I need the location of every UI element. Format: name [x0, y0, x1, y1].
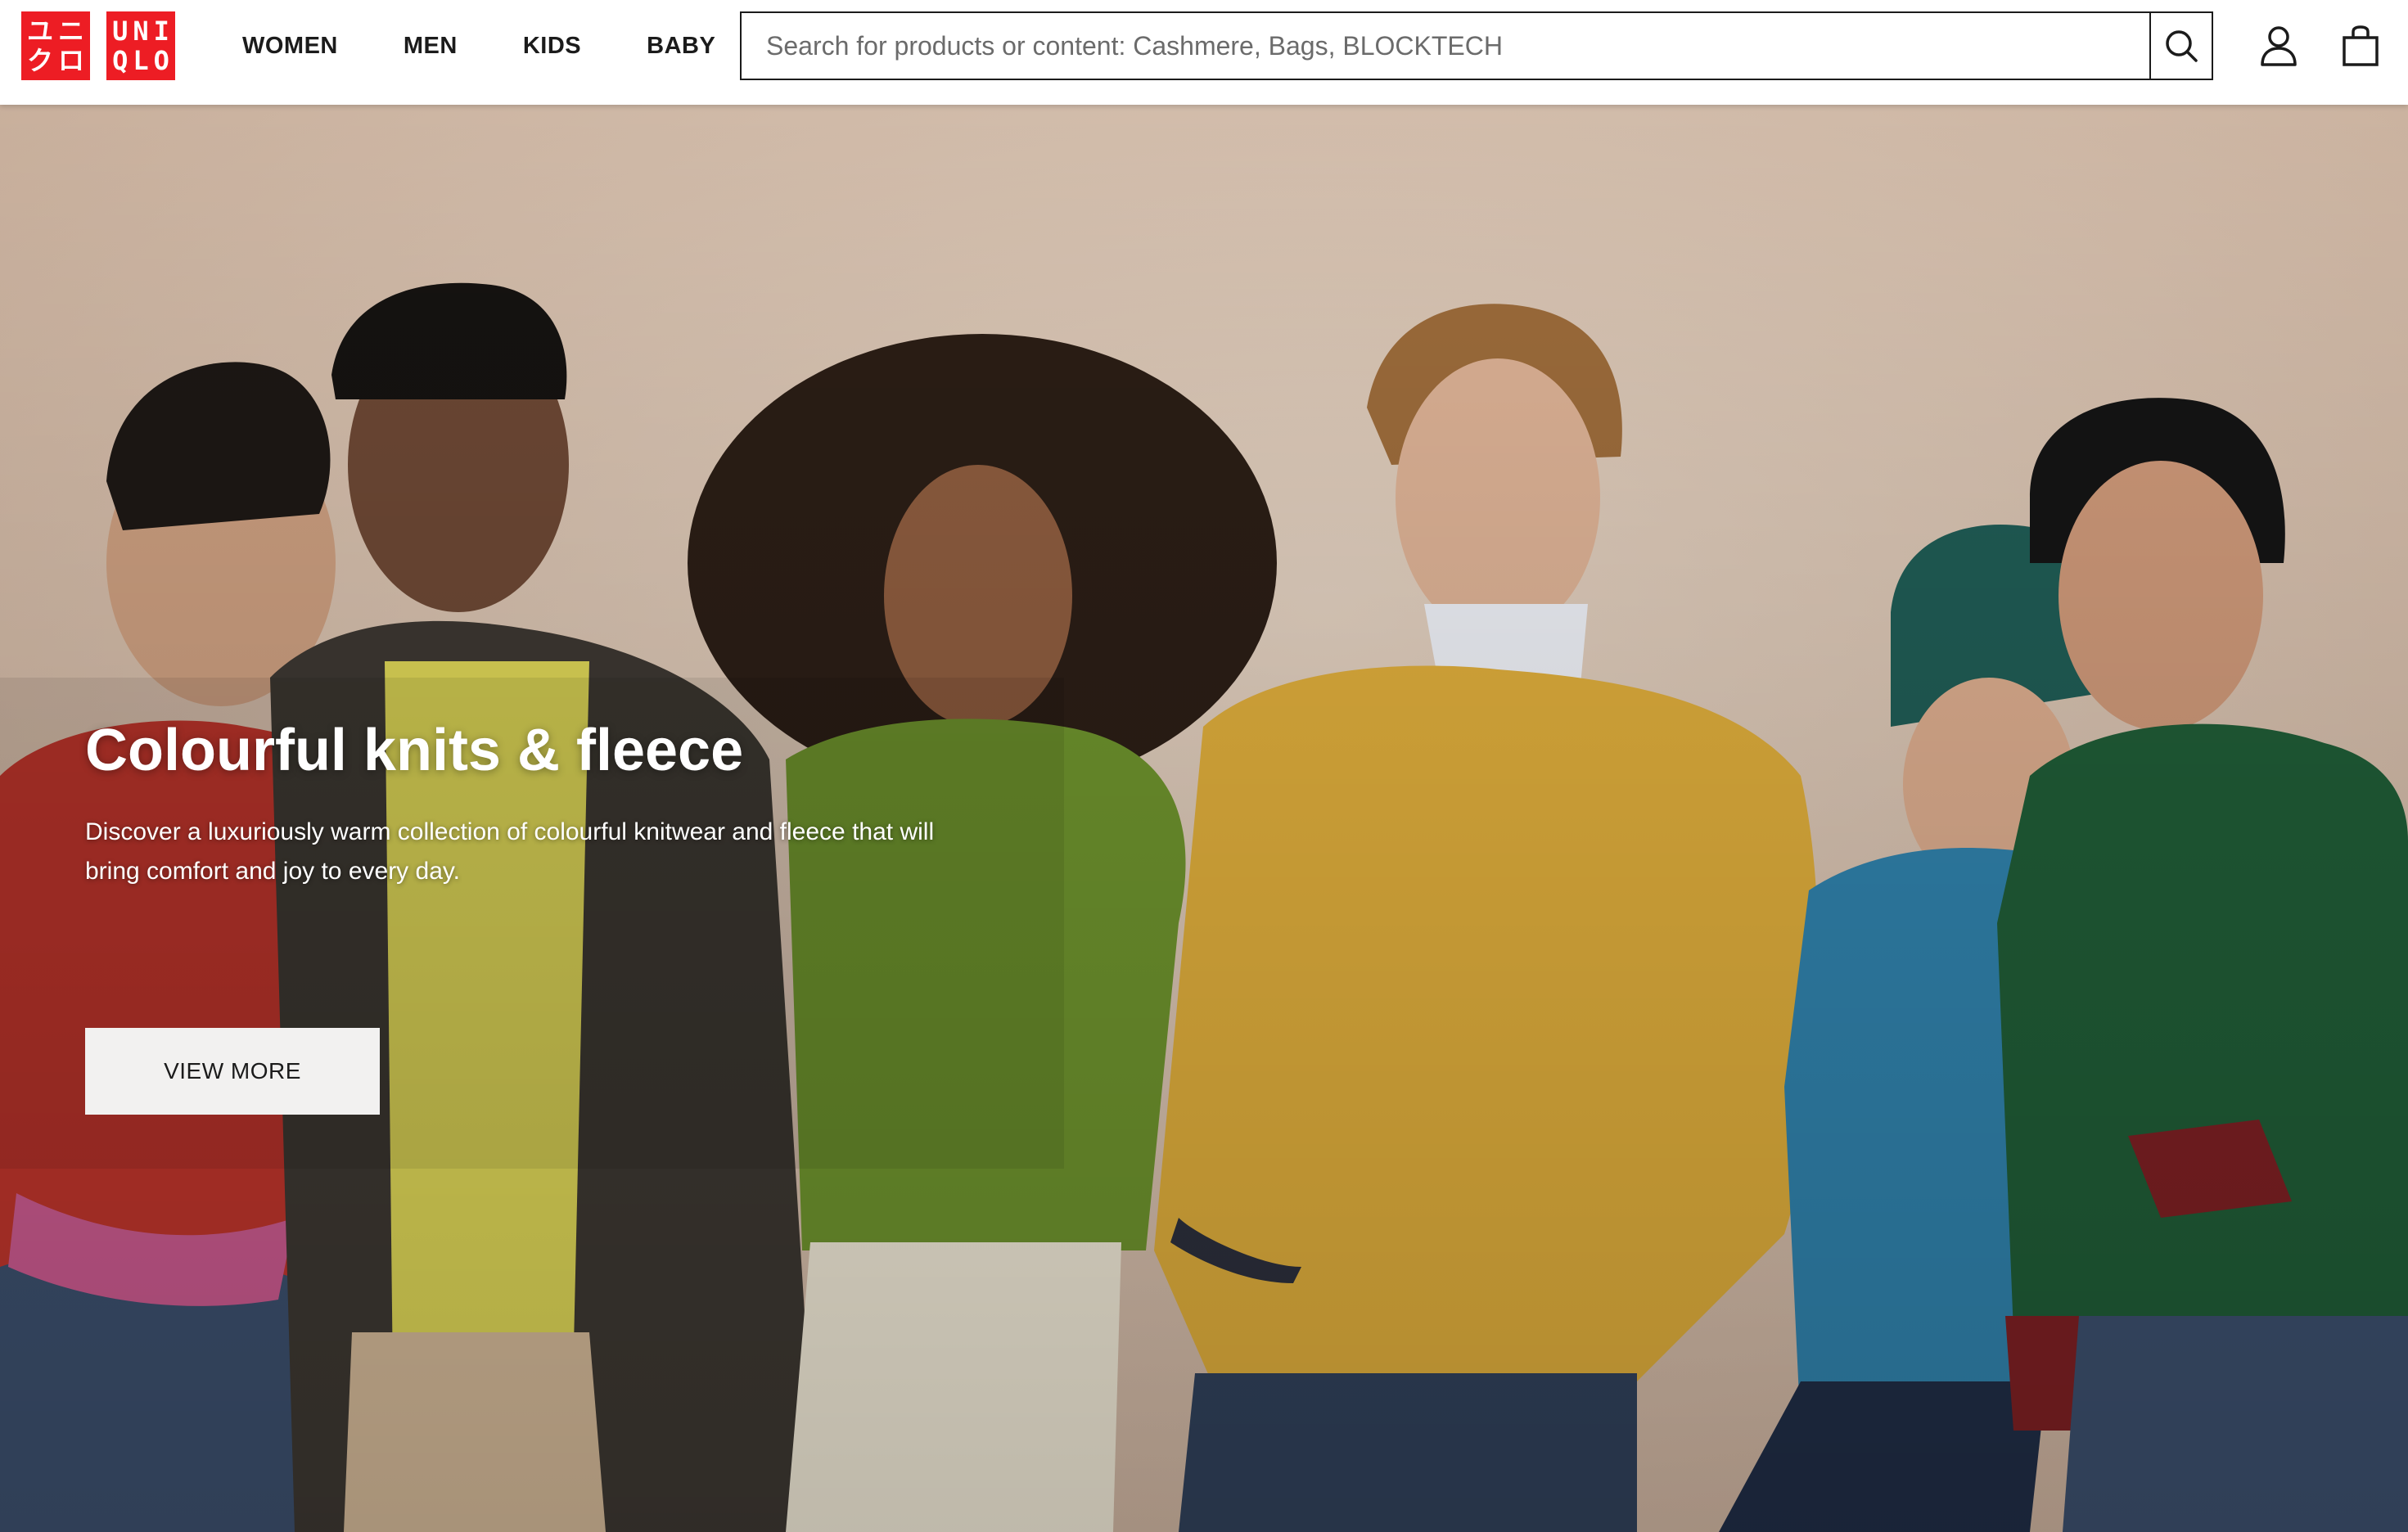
logo-text-line-2: クロ [26, 45, 89, 76]
main-nav: WOMEN MEN KIDS BABY [242, 0, 781, 92]
logo-tile-katakana: ユニ クロ [21, 11, 90, 80]
search-input[interactable] [742, 13, 2149, 79]
hero-title: Colourful knits & fleece [85, 718, 744, 783]
nav-item-kids[interactable]: KIDS [523, 33, 581, 60]
logo-text-line-1: UNI [112, 16, 174, 47]
shopping-bag-icon [2343, 25, 2379, 66]
view-more-button[interactable]: VIEW MORE [85, 1028, 380, 1115]
nav-item-baby[interactable]: BABY [647, 33, 715, 60]
search-icon [2166, 30, 2198, 62]
search-button[interactable] [2149, 13, 2212, 79]
site-header: ユニ クロ UNI QLO WOMEN MEN KIDS BABY [0, 0, 2408, 105]
logo-text-line-2: QLO [112, 45, 174, 76]
account-button[interactable] [2256, 23, 2302, 69]
hero-copy: Colourful knits & fleece Discover a luxu… [85, 718, 1067, 891]
cart-button[interactable] [2338, 23, 2383, 69]
nav-item-women[interactable]: WOMEN [242, 33, 338, 60]
logo-tile-latin: UNI QLO [106, 11, 175, 80]
search-bar [740, 11, 2213, 80]
hero-description: Discover a luxuriously warm collection o… [85, 818, 935, 885]
uniqlo-logo[interactable]: ユニ クロ UNI QLO [21, 11, 175, 80]
user-icon [2261, 26, 2297, 66]
hero-banner: Colourful knits & fleece Discover a luxu… [0, 105, 2408, 1532]
nav-item-men[interactable]: MEN [404, 33, 458, 60]
logo-text-line-1: ユニ [26, 16, 89, 47]
